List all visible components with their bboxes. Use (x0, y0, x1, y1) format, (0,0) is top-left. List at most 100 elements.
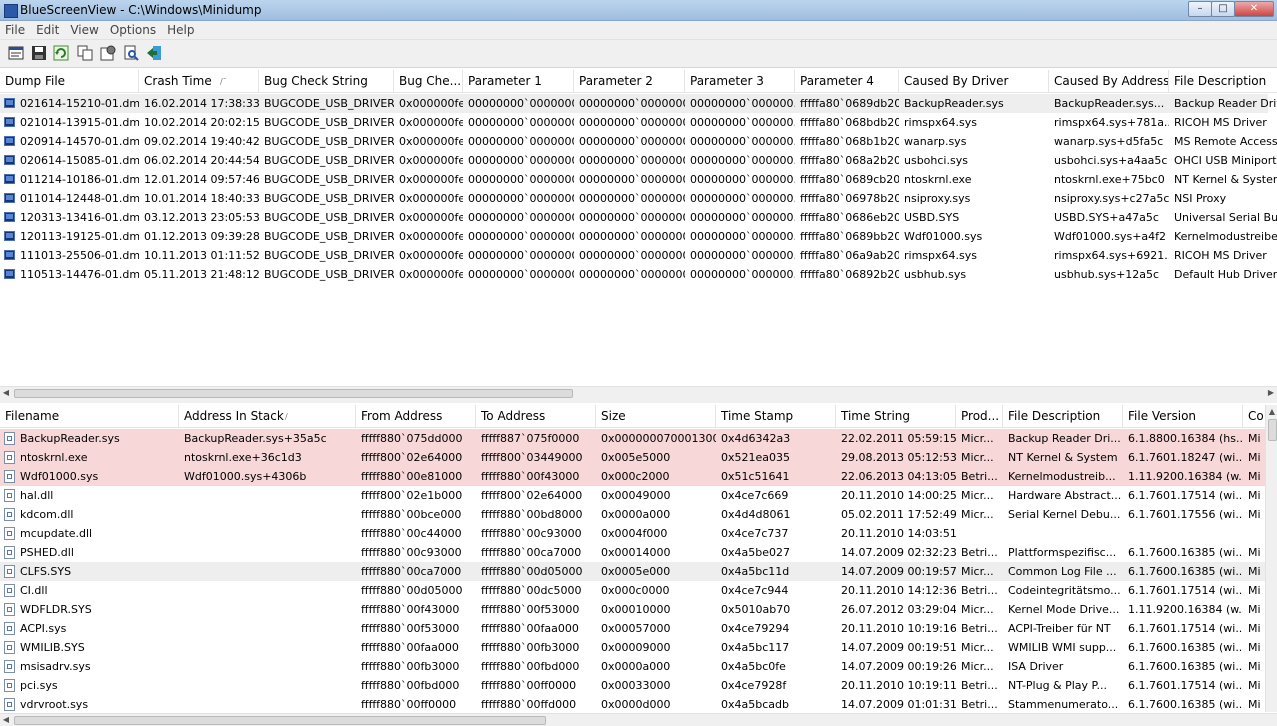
col-caused-by-address[interactable]: Caused By Address (1049, 70, 1169, 92)
scroll-right-icon[interactable]: ▶ (1265, 387, 1277, 399)
driver-filename: mcupdate.dll (20, 527, 93, 540)
col-file-version[interactable]: File Version (1123, 405, 1243, 427)
save-icon[interactable] (31, 45, 47, 61)
caused-by-address: wanarp.sys+d5fa5c (1054, 135, 1164, 148)
col-bug-check-string[interactable]: Bug Check String (259, 70, 394, 92)
driver-row[interactable]: ntoskrnl.exe ntoskrnl.exe+36c1d3 fffff800`… (0, 448, 1265, 467)
time-stamp: 0x4d6342a3 (721, 432, 791, 445)
dump-row[interactable]: 110513-14476-01.dmp 05.11.2013 21:48:12 BU… (0, 265, 1277, 284)
driver-row[interactable]: msisadrv.sys fffff880`00fb3000 fffff880`00… (0, 657, 1265, 676)
time-stamp: 0x4ce7c944 (721, 584, 789, 597)
file-description: RICOH MS Driver (1174, 249, 1267, 262)
caused-by-driver: Wdf01000.sys (904, 230, 983, 243)
dump-file-name: 011214-10186-01.dmp (20, 173, 139, 186)
dump-row[interactable]: 021614-15210-01.dmp 16.02.2014 17:38:33 BU… (0, 94, 1277, 113)
from-address: fffff880`00f43000 (361, 603, 460, 616)
caused-by-address: Wdf01000.sys+a4f2 (1054, 230, 1167, 243)
menu-help[interactable]: Help (162, 21, 200, 37)
window-title: BlueScreenView - C:\Windows\Minidump (20, 3, 262, 17)
maximize-button[interactable]: □ (1211, 1, 1235, 17)
copy-icon[interactable] (77, 45, 93, 61)
properties-icon[interactable] (8, 45, 24, 61)
col-file-description[interactable]: File Description (1169, 70, 1277, 92)
col-product[interactable]: Prod... (956, 405, 1003, 427)
time-stamp: 0x521ea035 (721, 451, 791, 464)
driver-row[interactable]: mcupdate.dll fffff880`00c44000 fffff880`00… (0, 524, 1265, 543)
scroll-left-icon[interactable]: ◀ (0, 387, 12, 399)
driver-row[interactable]: PSHED.dll fffff880`00c93000 fffff880`00ca7… (0, 543, 1265, 562)
col-driver-file-description[interactable]: File Description (1003, 405, 1123, 427)
col-from-address[interactable]: From Address (356, 405, 476, 427)
dump-file-icon (4, 212, 15, 222)
col-size[interactable]: Size (596, 405, 716, 427)
dump-row[interactable]: 020914-14570-01.dmp 09.02.2014 19:40:42 BU… (0, 132, 1277, 151)
col-to-address[interactable]: To Address (476, 405, 596, 427)
driver-row[interactable]: BackupReader.sys BackupReader.sys+35a5c ff… (0, 429, 1265, 448)
menu-file[interactable]: File (0, 21, 31, 37)
product: Micr... (961, 565, 994, 578)
file-description: Universal Serial Bus (1174, 211, 1277, 224)
col-caused-by-driver[interactable]: Caused By Driver (899, 70, 1049, 92)
crash-time: 10.11.2013 01:11:52 (144, 249, 259, 262)
driver-file-icon (4, 451, 15, 464)
product: Betri... (961, 698, 998, 711)
dump-row[interactable]: 011214-10186-01.dmp 12.01.2014 09:57:46 BU… (0, 170, 1277, 189)
dump-file-icon (4, 269, 15, 279)
time-string: 20.11.2010 14:12:36 (841, 584, 956, 597)
driver-row[interactable]: kdcom.dll fffff880`00bce000 fffff880`00bd8… (0, 505, 1265, 524)
col-bug-check-code[interactable]: Bug Che... (394, 70, 463, 92)
dump-row[interactable]: 120113-19125-01.dmp 01.12.2013 09:39:28 BU… (0, 227, 1277, 246)
refresh-icon[interactable] (53, 45, 69, 61)
dump-row[interactable]: 021014-13915-01.dmp 10.02.2014 20:02:15 BU… (0, 113, 1268, 132)
driver-list-scroll-thumb[interactable] (1268, 419, 1277, 441)
col-crash-time[interactable]: Crash Time (139, 70, 259, 92)
scroll-up-icon[interactable]: ▲ (1266, 407, 1277, 416)
col-company[interactable]: Co (1243, 405, 1265, 427)
scroll-left-icon[interactable]: ◀ (0, 714, 12, 726)
parameter-1: 00000000`00000008 (468, 230, 574, 243)
driver-row[interactable]: WDFLDR.SYS fffff880`00f43000 fffff880`00f5… (0, 600, 1265, 619)
col-time-string[interactable]: Time String (836, 405, 956, 427)
menu-options[interactable]: Options (105, 21, 162, 37)
pane-splitter[interactable] (0, 399, 1277, 403)
menu-view[interactable]: View (65, 21, 104, 37)
driver-row[interactable]: pci.sys fffff880`00fbd000 fffff880`00ff000… (0, 676, 1265, 695)
driver-list-vscrollbar[interactable]: ▲ (1265, 405, 1277, 712)
options-icon[interactable] (100, 45, 116, 61)
driver-file-icon (4, 584, 15, 597)
driver-row[interactable]: CLFS.SYS fffff880`00ca7000 fffff880`00d050… (0, 562, 1265, 581)
time-string: 20.11.2010 14:03:51 (841, 527, 956, 540)
col-parameter-1[interactable]: Parameter 1 (463, 70, 574, 92)
col-dump-file[interactable]: Dump File (0, 70, 139, 92)
col-time-stamp[interactable]: Time Stamp (716, 405, 836, 427)
menu-edit[interactable]: Edit (31, 21, 65, 37)
col-parameter-4[interactable]: Parameter 4 (795, 70, 899, 92)
close-button[interactable]: ✕ (1234, 1, 1274, 17)
bug-check-code: 0x000000fe (399, 230, 463, 243)
driver-row[interactable]: vdrvroot.sys fffff880`00ff0000 fffff880`00… (0, 695, 1265, 712)
driver-list-scroll-thumb[interactable] (14, 716, 546, 725)
dump-row[interactable]: 120313-13416-01.dmp 03.12.2013 23:05:53 BU… (0, 208, 1277, 227)
dump-row[interactable]: 111013-25506-01.dmp 10.11.2013 01:11:52 BU… (0, 246, 1268, 265)
driver-list-hscrollbar[interactable]: ◀ (0, 713, 1277, 726)
dump-row[interactable]: 020614-15085-01.dmp 06.02.2014 20:44:54 BU… (0, 151, 1277, 170)
parameter-3: 00000000`000000... (690, 173, 795, 186)
driver-row[interactable]: CI.dll fffff880`00d05000 fffff880`00dc5000… (0, 581, 1265, 600)
driver-row[interactable]: ACPI.sys fffff880`00f53000 fffff880`00faa0… (0, 619, 1265, 638)
col-parameter-3[interactable]: Parameter 3 (685, 70, 795, 92)
driver-row[interactable]: hal.dll fffff800`02e1b000 fffff800`02e6400… (0, 486, 1265, 505)
col-filename[interactable]: Filename (0, 405, 179, 427)
dump-row[interactable]: 011014-12448-01.dmp 10.01.2014 18:40:33 BU… (0, 189, 1268, 208)
col-parameter-2[interactable]: Parameter 2 (574, 70, 685, 92)
from-address: fffff880`00e81000 (361, 470, 463, 483)
minimize-button[interactable]: – (1188, 1, 1212, 17)
dump-list-scroll-thumb[interactable] (14, 389, 573, 398)
driver-row[interactable]: Wdf01000.sys Wdf01000.sys+4306b fffff880`0… (0, 467, 1265, 486)
driver-row[interactable]: WMILIB.SYS fffff880`00faa000 fffff880`00fb… (0, 638, 1265, 657)
dump-list-hscrollbar[interactable]: ◀ ▶ (0, 386, 1277, 399)
exit-icon[interactable] (146, 45, 162, 61)
col-crash-time-label: Crash Time (144, 74, 212, 88)
time-stamp: 0x4a5bcadb (721, 698, 789, 711)
find-icon[interactable] (123, 45, 139, 61)
col-address-in-stack[interactable]: Address In Stack (179, 405, 356, 427)
